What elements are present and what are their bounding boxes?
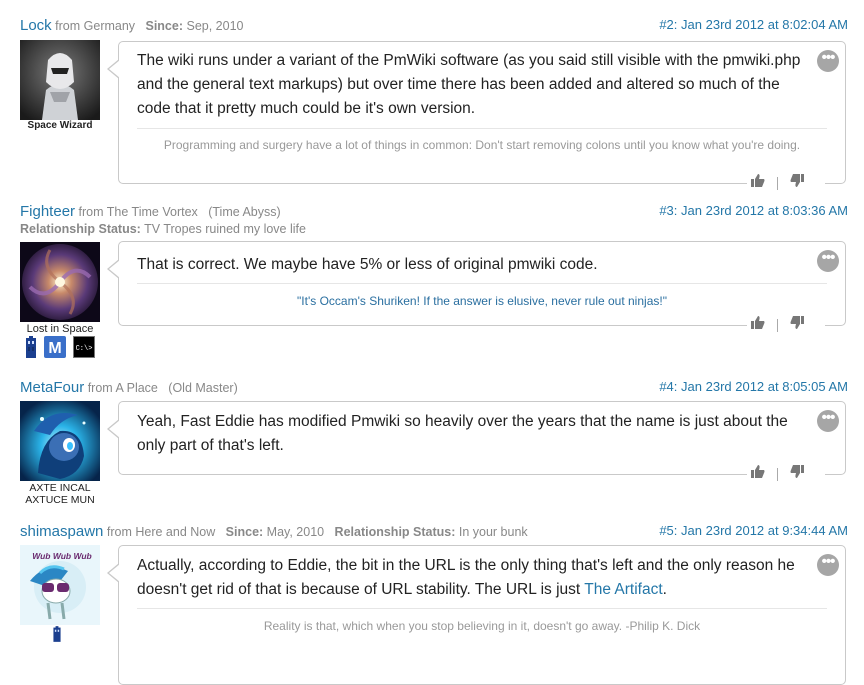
since-date: Sep, 2010 xyxy=(186,19,244,33)
thumbs-up-icon[interactable] xyxy=(751,316,765,334)
post-timestamp[interactable]: Jan 23rd 2012 at 8:05:05 AM xyxy=(681,379,848,394)
thumbs-down-icon[interactable] xyxy=(790,316,804,334)
user-rank: (Old Master) xyxy=(168,381,238,395)
post-text: Actually, according to Eddie, the bit in… xyxy=(137,554,805,602)
post-header: MetaFour from A Place (Old Master) xyxy=(20,379,238,396)
post-header: Lock from Germany Since: Sep, 2010 xyxy=(20,17,243,34)
post-permalink[interactable]: #2: Jan 23rd 2012 at 8:02:04 AM xyxy=(659,17,848,32)
the-artifact-link[interactable]: The Artifact xyxy=(584,581,662,598)
thumbs-down-icon[interactable] xyxy=(790,465,804,483)
post-number[interactable]: #3: xyxy=(659,203,677,218)
username-link[interactable]: shimaspawn xyxy=(20,523,103,540)
relationship-status: In your bunk xyxy=(458,525,528,539)
post-body: ••• The wiki runs under a variant of the… xyxy=(107,41,846,192)
post-permalink[interactable]: #5: Jan 23rd 2012 at 9:34:44 AM xyxy=(659,523,848,538)
user-location: Here and Now xyxy=(135,525,216,539)
post-number[interactable]: #4: xyxy=(659,379,677,394)
signature-divider xyxy=(137,128,827,129)
avatar-title: Lost in Space xyxy=(26,323,94,335)
user-location: A Place xyxy=(115,381,158,395)
medal-badge-letter: M xyxy=(49,340,62,357)
username-link[interactable]: Fighteer xyxy=(20,203,75,220)
post-header: Fighteer from The Time Vortex (Time Abys… xyxy=(20,203,281,220)
since-label: Since: xyxy=(225,525,264,539)
avatar[interactable]: Wub Wub Wub xyxy=(20,545,100,625)
post-body: ••• Yeah, Fast Eddie has modified Pmwiki… xyxy=(107,401,846,483)
post-text: The wiki runs under a variant of the PmW… xyxy=(137,52,801,117)
relationship-line: Relationship Status: TV Tropes ruined my… xyxy=(20,222,306,236)
signature-divider xyxy=(137,608,827,609)
since-date: May, 2010 xyxy=(266,525,325,539)
user-rank: (Time Abyss) xyxy=(208,205,281,219)
from-label: from xyxy=(78,205,104,219)
signature: "It's Occam's Shuriken! If the answer is… xyxy=(297,294,667,308)
vote-controls xyxy=(747,465,825,483)
user-badges: M C:\> xyxy=(24,336,97,363)
signature: Programming and surgery have a lot of th… xyxy=(163,138,801,152)
terminal-badge-icon[interactable]: C:\> xyxy=(72,336,95,363)
user-location: The Time Vortex xyxy=(106,205,198,219)
post-timestamp[interactable]: Jan 23rd 2012 at 8:03:36 AM xyxy=(681,203,848,218)
medal-badge-icon[interactable]: M xyxy=(44,336,67,363)
thumbs-up-icon[interactable] xyxy=(751,174,765,192)
signature: Reality is that, which when you stop bel… xyxy=(263,619,701,633)
vote-controls xyxy=(747,174,825,192)
post-text-part: Actually, according to Eddie, the bit in… xyxy=(137,557,795,598)
avatar[interactable] xyxy=(20,401,100,481)
post-permalink[interactable]: #4: Jan 23rd 2012 at 8:05:05 AM xyxy=(659,379,848,394)
avatar-text: Wub Wub Wub xyxy=(32,551,91,561)
post-permalink[interactable]: #3: Jan 23rd 2012 at 8:03:36 AM xyxy=(659,203,848,218)
username-link[interactable]: Lock xyxy=(20,17,52,34)
avatar[interactable] xyxy=(20,242,100,322)
tardis-badge-icon[interactable] xyxy=(52,626,62,647)
post-timestamp[interactable]: Jan 23rd 2012 at 8:02:04 AM xyxy=(681,17,848,32)
post-text-part: . xyxy=(662,581,667,598)
avatar[interactable] xyxy=(20,40,100,120)
avatar-title: AXTE INCAL AXTUCE MUN xyxy=(25,482,95,506)
ellipsis-more-icon[interactable]: ••• xyxy=(817,50,839,72)
post-number[interactable]: #2: xyxy=(659,17,677,32)
vote-controls xyxy=(747,316,825,334)
post-header: shimaspawn from Here and Now Since: May,… xyxy=(20,523,528,540)
relationship-label: Relationship Status: xyxy=(20,222,141,236)
ellipsis-more-icon[interactable]: ••• xyxy=(817,554,839,576)
thumbs-up-icon[interactable] xyxy=(751,465,765,483)
post-body: ••• That is correct. We maybe have 5% or… xyxy=(107,241,846,334)
avatar-title: Space Wizard xyxy=(27,120,93,131)
ellipsis-more-icon[interactable]: ••• xyxy=(817,250,839,272)
terminal-badge-text: C:\> xyxy=(76,345,93,353)
tardis-badge-icon[interactable] xyxy=(24,336,38,363)
signature-divider xyxy=(137,283,827,284)
user-location: Germany xyxy=(83,19,136,33)
post-body: ••• Actually, according to Eddie, the bi… xyxy=(107,545,846,685)
post-text: Yeah, Fast Eddie has modified Pmwiki so … xyxy=(137,413,788,454)
relationship-status: TV Tropes ruined my love life xyxy=(144,222,306,236)
username-link[interactable]: MetaFour xyxy=(20,379,84,396)
from-label: from xyxy=(87,381,113,395)
from-label: from xyxy=(55,19,81,33)
post-number[interactable]: #5: xyxy=(659,523,677,538)
since-label: Since: xyxy=(145,19,183,33)
post-timestamp[interactable]: Jan 23rd 2012 at 9:34:44 AM xyxy=(681,523,848,538)
from-label: from xyxy=(106,525,132,539)
relationship-label: Relationship Status: xyxy=(334,525,456,539)
user-badges xyxy=(52,626,64,647)
ellipsis-more-icon[interactable]: ••• xyxy=(817,410,839,432)
thumbs-down-icon[interactable] xyxy=(790,174,804,192)
post-text: That is correct. We maybe have 5% or les… xyxy=(137,256,598,273)
